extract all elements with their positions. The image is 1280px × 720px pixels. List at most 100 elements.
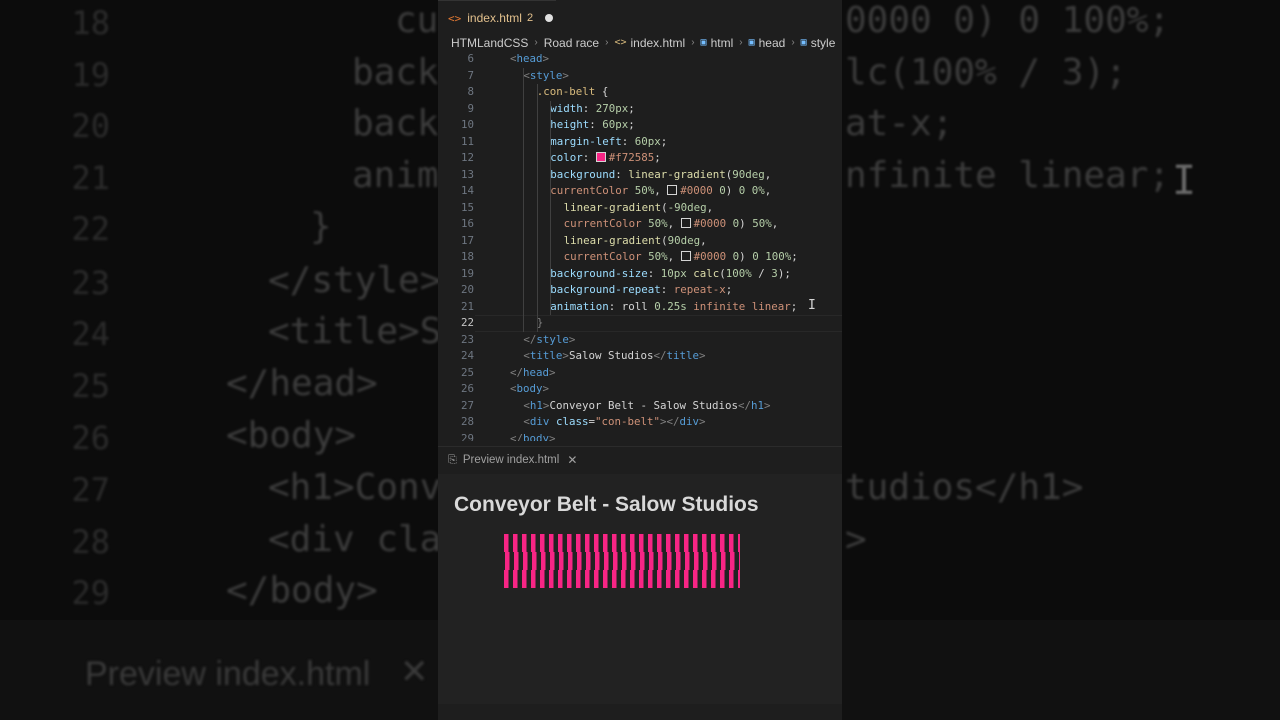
color-swatch-icon[interactable]	[667, 185, 678, 195]
code-token: background	[550, 167, 616, 181]
line-number: 28	[460, 415, 474, 428]
code-line[interactable]: 19 background-size: 10px calc(100% / 3);	[438, 266, 842, 283]
code-token: ;	[654, 151, 661, 164]
color-swatch-icon[interactable]	[680, 218, 691, 228]
code-token: </	[523, 332, 537, 346]
color-swatch-icon[interactable]	[680, 251, 691, 261]
preview-icon: ⎘	[448, 453, 457, 466]
code-line[interactable]: 15 linear-gradient(-90deg,	[438, 200, 842, 217]
text-cursor-icon: I	[808, 297, 816, 313]
code-line[interactable]: 21 animation: roll 0.25s infinite linear;	[438, 299, 842, 316]
color-swatch-icon[interactable]	[595, 152, 606, 162]
code-line[interactable]: 22}	[438, 315, 842, 332]
unsaved-dot-icon[interactable]	[545, 14, 554, 22]
code-token: ,	[764, 167, 772, 181]
code-text: linear-gradient(-90deg,	[564, 200, 714, 217]
code-token: linear-gradient	[563, 200, 662, 214]
tab-index-html[interactable]: <> index.html 2	[438, 0, 556, 35]
code-token: </	[510, 365, 524, 379]
code-text: width: 270px;	[550, 101, 635, 118]
code-token: #0000	[680, 184, 720, 197]
code-token: width	[550, 101, 583, 115]
code-token: h1	[750, 398, 764, 412]
code-token: .con-belt	[536, 85, 596, 98]
code-token: Conveyor Belt - Salow Studios	[549, 398, 738, 412]
line-number: 22	[460, 316, 474, 329]
code-line[interactable]: 13 background: linear-gradient(90deg,	[438, 167, 842, 184]
breadcrumb-item-file[interactable]: index.html	[630, 36, 685, 50]
backdrop-preview-label: Preview index.html	[85, 655, 371, 693]
code-text: linear-gradient(90deg,	[564, 233, 707, 250]
code-text: height: 60px;	[550, 117, 635, 134]
code-token: 50%	[648, 250, 668, 263]
close-icon[interactable]: ✕	[567, 453, 577, 467]
code-line[interactable]: 27 <h1>Conveyor Belt - Salow Studios</h1>	[438, 398, 842, 415]
code-line[interactable]: 28 <div class="con-belt"></div>	[438, 414, 842, 431]
backdrop-code-line: <h1>Conv	[268, 467, 442, 508]
element-cube-icon: ▣	[800, 37, 807, 48]
line-number: 6	[467, 52, 474, 65]
code-token: >	[763, 398, 771, 412]
code-token: ,	[667, 250, 681, 263]
code-line[interactable]: 24 <title>Salow Studios</title>	[438, 348, 842, 365]
code-text: currentColor 50%, #0000 0) 0 0%,	[550, 183, 771, 200]
code-token: linear-gradient	[563, 233, 662, 247]
code-token: </	[510, 431, 524, 442]
code-token: ,	[654, 184, 668, 197]
code-line[interactable]: 7 <style>	[438, 68, 842, 85]
code-token: ,	[764, 184, 772, 197]
code-line[interactable]: 23 </style>	[438, 332, 842, 349]
breadcrumb-item-html[interactable]: html	[711, 36, 734, 50]
line-number: 17	[460, 233, 474, 247]
element-cube-icon: ▣	[748, 37, 755, 48]
preview-tab[interactable]: ⎘ Preview index.html ✕	[438, 446, 842, 473]
line-number: 10	[460, 118, 474, 131]
code-token: ;	[660, 134, 668, 148]
line-number: 20	[460, 283, 474, 296]
code-token: body	[516, 382, 543, 395]
backdrop-code-line-right: 0000 0) 0 100%;	[845, 0, 1171, 41]
code-line[interactable]: 29 </body>	[438, 431, 842, 442]
code-text: currentColor 50%, #0000 0) 50%,	[564, 216, 779, 233]
code-line[interactable]: 8 .con-belt {	[438, 84, 842, 101]
code-token: >	[549, 431, 556, 442]
code-line[interactable]: 25 </head>	[438, 365, 842, 382]
breadcrumb-item-subfolder[interactable]: Road race	[544, 36, 599, 50]
code-line[interactable]: 10 height: 60px;	[438, 117, 842, 134]
code-token: :	[582, 101, 596, 115]
chevron-right-icon: ›	[739, 37, 743, 48]
code-line[interactable]: 11 margin-left: 60px;	[438, 134, 842, 151]
breadcrumb-item-style[interactable]: style	[811, 36, 836, 50]
code-token: ;	[628, 118, 635, 131]
backdrop-code-line: cu	[395, 0, 439, 41]
code-line[interactable]: 18 currentColor 50%, #0000 0) 0 100%;	[438, 249, 842, 266]
code-token: class	[555, 415, 589, 428]
line-number: 8	[467, 85, 474, 98]
code-line[interactable]: 14 currentColor 50%, #0000 0) 0 0%,	[438, 183, 842, 200]
code-token: body	[523, 431, 550, 442]
code-line[interactable]: 17 linear-gradient(90deg,	[438, 233, 842, 250]
code-editor[interactable]: 6 <head> 7 <style> 8 .con-belt {9 width: 270px…	[438, 51, 842, 441]
code-token: 0 0%	[738, 184, 765, 197]
code-line[interactable]: 26 <body>	[438, 381, 842, 398]
code-token: ;	[791, 250, 798, 263]
backdrop-line-number: 22	[71, 210, 110, 248]
code-line[interactable]: 6 <head>	[438, 51, 842, 68]
code-line[interactable]: 12 color: #f72585;	[438, 150, 842, 167]
backdrop-line-number: 19	[71, 56, 110, 94]
code-line[interactable]: 9 width: 270px;	[438, 101, 842, 118]
code-token: head	[516, 52, 543, 65]
code-token: margin-left	[550, 134, 622, 148]
breadcrumb-item-folder[interactable]: HTMLandCSS	[451, 36, 528, 50]
backdrop-line-number: 28	[71, 523, 110, 561]
code-token: calc	[693, 266, 720, 280]
code-line[interactable]: 16 currentColor 50%, #0000 0) 50%,	[438, 216, 842, 233]
code-line[interactable]: 20 background-repeat: repeat-x;	[438, 282, 842, 299]
code-token: >	[698, 349, 706, 362]
code-token: div	[679, 415, 700, 428]
backdrop-code-line: </head>	[226, 363, 378, 404]
indent-guide	[523, 67, 524, 332]
code-token: h1	[529, 398, 543, 412]
breadcrumb-item-head[interactable]: head	[759, 36, 786, 50]
code-token: :	[647, 266, 661, 280]
